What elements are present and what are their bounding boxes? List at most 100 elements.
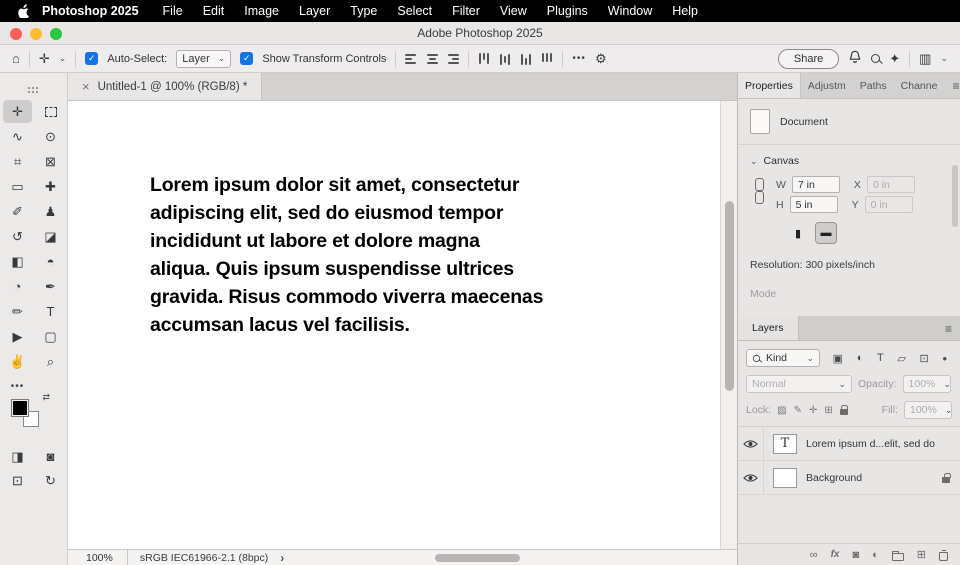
dodge-tool[interactable]: ◔ (3, 275, 32, 298)
edit-toolbar-more-button[interactable]: ••• (3, 375, 32, 398)
horizontal-scrollbar-thumb[interactable] (435, 554, 520, 562)
type-tool[interactable]: T (36, 300, 65, 323)
close-tab-icon[interactable]: × (82, 79, 90, 94)
path-selection-tool[interactable]: ▶ (3, 325, 32, 348)
filter-type-layers-icon[interactable]: T (877, 352, 884, 364)
canvas-x-input[interactable] (866, 176, 915, 193)
layer-thumbnail[interactable]: T (773, 433, 797, 454)
menu-item-image[interactable]: Image (244, 4, 279, 18)
fill-dropdown[interactable]: 100% ⌄ (904, 401, 952, 419)
clone-stamp-tool[interactable]: ♟ (36, 200, 65, 223)
layer-group-icon[interactable] (891, 550, 904, 561)
menu-item-help[interactable]: Help (672, 4, 698, 18)
workspace-panel-icon[interactable]: ▥ (919, 51, 931, 67)
auto-select-dropdown[interactable]: Layer ⌄ (176, 49, 232, 68)
rotate-view-button[interactable]: ↻ (36, 469, 65, 492)
quick-mask-button[interactable]: ◙ (36, 445, 65, 468)
lock-position-icon[interactable]: ✛ (809, 405, 817, 416)
frame-tool[interactable]: ⊠ (36, 150, 65, 173)
rectangle-tool[interactable]: ▢ (36, 325, 65, 348)
app-menu-title[interactable]: Photoshop 2025 (42, 4, 139, 18)
align-middle-icon[interactable] (500, 53, 511, 65)
blend-mode-dropdown[interactable]: Normal ⌄ (746, 375, 852, 393)
filter-adjustment-layers-icon[interactable]: ◐ (857, 352, 864, 364)
menu-item-edit[interactable]: Edit (203, 4, 225, 18)
document-tab[interactable]: × Untitled-1 @ 100% (RGB/8) * (68, 73, 263, 100)
show-transform-checkbox[interactable]: ✓ (240, 52, 254, 65)
crop-tool[interactable]: ⌗ (3, 150, 32, 173)
layer-thumbnail[interactable] (773, 467, 797, 488)
menu-item-file[interactable]: File (163, 4, 183, 18)
opacity-dropdown[interactable]: 100% ⌄ (902, 375, 951, 393)
filter-pixel-layers-icon[interactable]: ▣ (833, 352, 843, 365)
history-brush-tool[interactable]: ↺ (3, 225, 32, 248)
healing-brush-tool[interactable]: ✚ (36, 175, 65, 198)
distribute-icon[interactable] (542, 52, 553, 65)
layer-row[interactable]: T Lorem ipsum d...elit, sed do (738, 427, 960, 461)
canvas-viewport[interactable]: Lorem ipsum dolor sit amet, consectetur a… (68, 101, 737, 549)
layer-effects-icon[interactable]: fx (831, 549, 840, 560)
move-tool[interactable]: ✛ (3, 100, 32, 123)
chevron-right-icon[interactable]: › (280, 551, 284, 565)
menu-item-window[interactable]: Window (608, 4, 652, 18)
menu-item-plugins[interactable]: Plugins (547, 4, 588, 18)
canvas-height-input[interactable] (789, 196, 838, 213)
lock-all-icon[interactable] (839, 405, 849, 415)
object-selection-tool[interactable]: ⊙ (36, 125, 65, 148)
portrait-orientation-button[interactable]: ▮ (788, 223, 808, 243)
chevron-down-icon[interactable]: ⌄ (59, 53, 67, 64)
ai-assistant-icon[interactable]: ✦ (889, 51, 900, 67)
lock-transparency-icon[interactable]: ▨ (777, 405, 786, 416)
pen-tool[interactable]: ✒ (36, 275, 65, 298)
link-dimensions-icon[interactable] (755, 178, 764, 204)
lorem-text-layer[interactable]: Lorem ipsum dolor sit amet, consectetur a… (150, 171, 543, 339)
toolbar-grip[interactable] (28, 87, 30, 89)
align-center-icon[interactable] (426, 53, 438, 64)
search-icon[interactable] (871, 54, 881, 63)
gear-icon[interactable]: ⚙ (595, 51, 607, 67)
smudge-tool[interactable]: ◓ (36, 250, 65, 273)
canvas-section-header[interactable]: ⌄ Canvas (738, 145, 960, 171)
vertical-scrollbar-thumb[interactable] (725, 201, 734, 391)
panel-tab-adjustm[interactable]: Adjustm (801, 73, 853, 98)
rectangular-marquee-tool[interactable] (36, 100, 65, 123)
menu-item-layer[interactable]: Layer (299, 4, 330, 18)
menu-item-view[interactable]: View (500, 4, 527, 18)
panel-menu-icon[interactable]: ≡ (937, 316, 960, 340)
layer-row[interactable]: Background (738, 461, 960, 495)
align-bottom-icon[interactable] (521, 53, 532, 65)
vertical-scrollbar[interactable] (720, 101, 737, 549)
canvas-width-input[interactable] (791, 176, 840, 193)
auto-select-checkbox[interactable]: ✓ (85, 52, 99, 65)
move-tool-preset-icon[interactable]: ✛ (39, 51, 50, 67)
adjustment-layer-icon[interactable]: ◐ (872, 549, 879, 561)
close-window-button[interactable] (10, 28, 22, 40)
filter-toggle-icon[interactable]: ● (942, 354, 947, 363)
panel-tab-channe[interactable]: Channe (894, 73, 945, 98)
zoom-level[interactable]: 100% (68, 550, 128, 565)
align-top-icon[interactable] (479, 52, 490, 65)
lock-pixels-icon[interactable]: ✎ (794, 405, 802, 416)
landscape-orientation-button[interactable]: ▬ (815, 222, 837, 244)
chevron-down-icon[interactable]: ⌄ (940, 53, 948, 64)
layer-visibility-eye-icon[interactable] (738, 461, 764, 494)
eraser-tool[interactable]: ◪ (36, 225, 65, 248)
pencil-tool[interactable]: ✏ (3, 300, 32, 323)
brush-tool[interactable]: ✐ (3, 200, 32, 223)
zoom-window-button[interactable] (50, 28, 62, 40)
menu-item-select[interactable]: Select (397, 4, 432, 18)
edit-toolbar-button[interactable]: ◨ (3, 445, 32, 468)
panel-menu-icon[interactable]: ≡ (944, 73, 960, 98)
bell-icon[interactable] (848, 50, 862, 67)
apple-menu-icon[interactable] (14, 4, 34, 18)
panel-scrollbar-thumb[interactable] (952, 165, 958, 227)
panel-tab-properties[interactable]: Properties (738, 73, 801, 98)
menu-item-type[interactable]: Type (350, 4, 377, 18)
tab-layers[interactable]: Layers (738, 316, 799, 340)
delete-layer-icon[interactable] (939, 549, 948, 561)
minimize-window-button[interactable] (30, 28, 42, 40)
home-icon[interactable]: ⌂ (12, 51, 20, 66)
filter-shape-layers-icon[interactable]: ▱ (897, 352, 905, 365)
swap-colors-icon[interactable]: ⇄ (42, 392, 50, 403)
filter-kind-dropdown[interactable]: Kind ⌄ (746, 349, 820, 367)
